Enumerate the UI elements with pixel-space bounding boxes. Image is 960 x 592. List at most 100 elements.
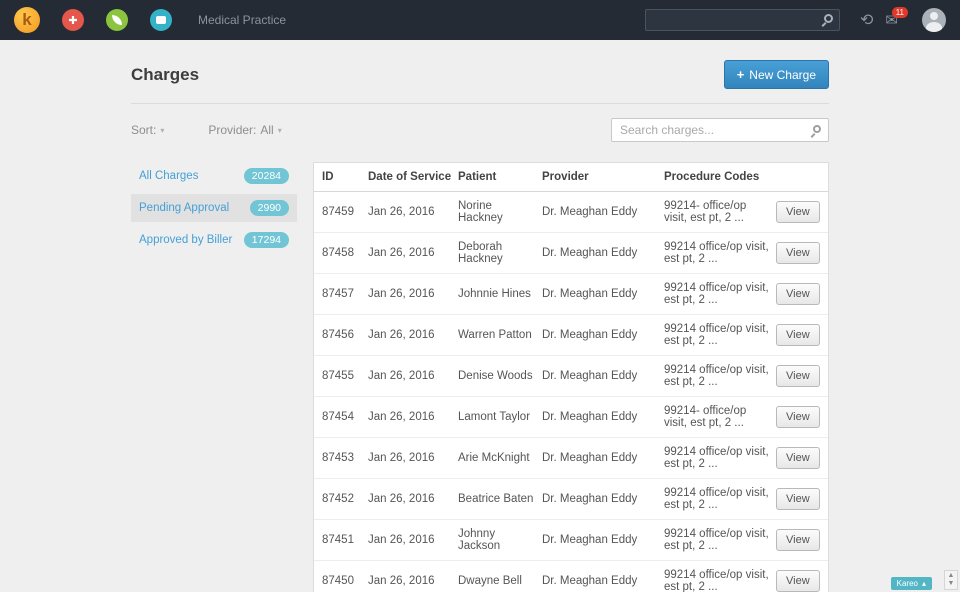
new-charge-button[interactable]: + New Charge xyxy=(723,60,829,89)
charges-page: Charges + New Charge Sort: ▾ Provider: A… xyxy=(131,60,829,592)
history-icon[interactable]: ⟲ xyxy=(860,10,873,30)
column-header-patient: Patient xyxy=(458,171,497,183)
cell-patient: Beatrice Baten xyxy=(458,493,534,505)
cell-date: Jan 26, 2016 xyxy=(368,493,435,505)
medical-cross-icon[interactable]: ✚ xyxy=(62,9,84,31)
search-icon xyxy=(824,14,834,23)
cell-date: Jan 26, 2016 xyxy=(368,206,435,218)
cell-date: Jan 26, 2016 xyxy=(368,247,435,259)
cell-id: 87458 xyxy=(322,247,354,259)
cell-id: 87452 xyxy=(322,493,354,505)
chat-bubble-icon[interactable] xyxy=(150,9,172,31)
provider-label: Provider: xyxy=(208,123,257,137)
cell-codes: 99214 office/op visit, est pt, 2 ... xyxy=(664,487,769,511)
cell-provider: Dr. Meaghan Eddy xyxy=(542,411,638,423)
cell-date: Jan 26, 2016 xyxy=(368,370,435,382)
cell-date: Jan 26, 2016 xyxy=(368,534,435,546)
scrollbar[interactable]: ▲ ▼ xyxy=(944,570,958,590)
view-button[interactable]: View xyxy=(776,447,820,469)
new-charge-label: New Charge xyxy=(749,67,816,82)
cell-patient: Lamont Taylor xyxy=(458,411,531,423)
cell-patient: Warren Patton xyxy=(458,329,532,341)
table-row: 87451 Jan 26, 2016 Johnny Jackson Dr. Me… xyxy=(314,520,828,561)
arrow-up-icon: ▴ xyxy=(921,579,926,588)
cell-patient: Norine Hackney xyxy=(458,200,503,224)
cell-patient: Johnnie Hines xyxy=(458,288,531,300)
view-button[interactable]: View xyxy=(776,283,820,305)
view-button[interactable]: View xyxy=(776,406,820,428)
sidebar-item-pending-approval[interactable]: Pending Approval 2990 xyxy=(131,194,297,222)
chevron-down-icon: ▾ xyxy=(160,125,165,135)
table-body: 87459 Jan 26, 2016 Norine Hackney Dr. Me… xyxy=(314,192,828,592)
table-row: 87455 Jan 26, 2016 Denise Woods Dr. Meag… xyxy=(314,356,828,397)
column-header-id: ID xyxy=(322,171,334,183)
charges-search-input[interactable] xyxy=(611,118,829,142)
cell-patient: Arie McKnight xyxy=(458,452,530,464)
cell-provider: Dr. Meaghan Eddy xyxy=(542,493,638,505)
mail-icon[interactable]: ✉ 11 xyxy=(885,7,908,29)
cell-date: Jan 26, 2016 xyxy=(368,452,435,464)
sidebar-item-approved-by-biller[interactable]: Approved by Biller 17294 xyxy=(131,226,297,254)
bubble-shape xyxy=(156,16,166,24)
charges-filter-list: All Charges 20284 Pending Approval 2990 … xyxy=(131,162,297,258)
column-header-codes: Procedure Codes xyxy=(664,171,760,183)
count-badge: 20284 xyxy=(243,168,289,184)
cell-codes: 99214 office/op visit, est pt, 2 ... xyxy=(664,569,769,592)
scroll-down-icon[interactable]: ▼ xyxy=(948,580,955,588)
feedback-widget-label: Kareo xyxy=(896,579,918,588)
cell-provider: Dr. Meaghan Eddy xyxy=(542,370,638,382)
cell-id: 87454 xyxy=(322,411,354,423)
kareo-logo-icon[interactable]: k xyxy=(14,7,40,33)
view-button[interactable]: View xyxy=(776,242,820,264)
sort-label: Sort: xyxy=(131,123,157,137)
mail-badge: 11 xyxy=(891,7,908,18)
sidebar-item-label: Pending Approval xyxy=(139,202,230,214)
cell-id: 87455 xyxy=(322,370,354,382)
feedback-widget[interactable]: Kareo ▴ xyxy=(890,577,932,590)
sort-dropdown[interactable]: Sort: ▾ xyxy=(131,123,164,137)
sidebar-item-all-charges[interactable]: All Charges 20284 xyxy=(131,162,297,190)
cell-provider: Dr. Meaghan Eddy xyxy=(542,288,638,300)
topbar: k ✚ Medical Practice ⟲ ✉ 11 xyxy=(0,0,960,40)
cell-codes: 99214- office/op visit, est pt, 2 ... xyxy=(664,200,747,224)
column-header-provider: Provider xyxy=(542,171,589,183)
cell-provider: Dr. Meaghan Eddy xyxy=(542,247,638,259)
table-row: 87459 Jan 26, 2016 Norine Hackney Dr. Me… xyxy=(314,192,828,233)
page-title: Charges xyxy=(131,64,200,84)
view-button[interactable]: View xyxy=(776,570,820,592)
leaf-shape xyxy=(112,15,122,25)
table-row: 87453 Jan 26, 2016 Arie McKnight Dr. Mea… xyxy=(314,438,828,479)
count-badge: 2990 xyxy=(249,200,289,216)
view-button[interactable]: View xyxy=(776,488,820,510)
chevron-down-icon: ▾ xyxy=(277,125,282,135)
cell-date: Jan 26, 2016 xyxy=(368,288,435,300)
charges-table: ID Date of Service Patient Provider Proc… xyxy=(313,162,829,592)
leaf-icon[interactable] xyxy=(106,9,128,31)
view-button[interactable]: View xyxy=(776,529,820,551)
table-row: 87457 Jan 26, 2016 Johnnie Hines Dr. Mea… xyxy=(314,274,828,315)
cell-id: 87457 xyxy=(322,288,354,300)
cell-codes: 99214 office/op visit, est pt, 2 ... xyxy=(664,241,769,265)
charges-search xyxy=(611,118,829,142)
practice-name: Medical Practice xyxy=(198,13,287,27)
sidebar-item-label: All Charges xyxy=(139,170,199,182)
cell-id: 87459 xyxy=(322,206,354,218)
cell-codes: 99214- office/op visit, est pt, 2 ... xyxy=(664,405,747,429)
cell-patient: Johnny Jackson xyxy=(458,528,501,552)
provider-dropdown[interactable]: Provider: All ▾ xyxy=(208,123,281,137)
search-icon xyxy=(813,125,821,133)
table-header: ID Date of Service Patient Provider Proc… xyxy=(314,163,828,192)
cell-provider: Dr. Meaghan Eddy xyxy=(542,534,638,546)
avatar[interactable] xyxy=(922,8,946,32)
cell-codes: 99214 office/op visit, est pt, 2 ... xyxy=(664,323,769,347)
view-button[interactable]: View xyxy=(776,324,820,346)
view-button[interactable]: View xyxy=(776,365,820,387)
header-divider xyxy=(131,103,829,104)
view-button[interactable]: View xyxy=(776,201,820,223)
table-row: 87454 Jan 26, 2016 Lamont Taylor Dr. Mea… xyxy=(314,397,828,438)
cell-patient: Denise Woods xyxy=(458,370,533,382)
column-header-date: Date of Service xyxy=(368,171,452,183)
cell-patient: Dwayne Bell xyxy=(458,575,522,587)
scroll-up-icon[interactable]: ▲ xyxy=(948,572,955,580)
global-search-input[interactable] xyxy=(645,9,841,31)
